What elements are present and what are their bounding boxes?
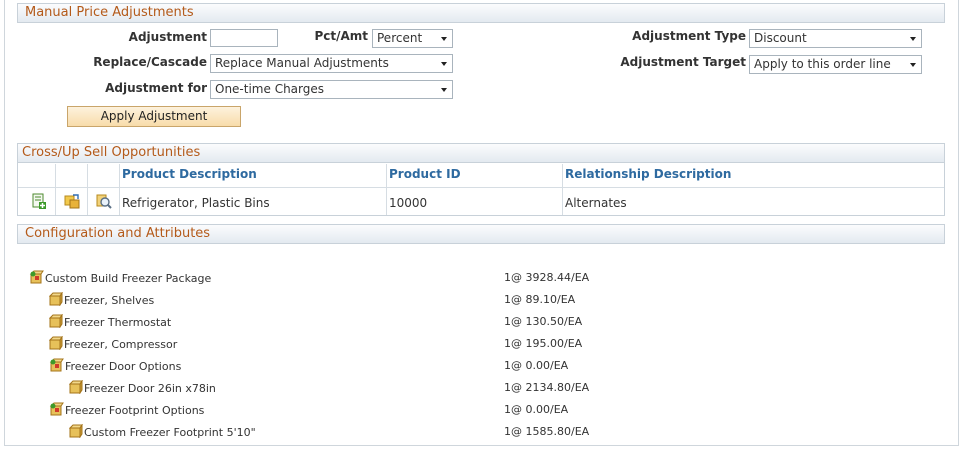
adjustment-type-label: Adjustment Type	[632, 29, 746, 43]
chevron-down-icon	[441, 37, 447, 41]
grid-header-divider	[18, 187, 944, 188]
component-box-icon	[68, 423, 83, 439]
tree-item[interactable]: Freezer, Compressor	[48, 335, 178, 352]
tree-item-qty: 1@ 195.00/EA	[504, 337, 583, 350]
component-box-icon	[48, 313, 63, 329]
configuration-attributes-header: Configuration and Attributes	[17, 224, 945, 244]
tree-item-qty: 1@ 2134.80/EA	[504, 381, 590, 394]
tree-item-label: Freezer Door Options	[65, 360, 182, 373]
chevron-down-icon	[441, 62, 447, 66]
grid-col-divider	[562, 164, 563, 215]
replace-cascade-value: Replace Manual Adjustments	[215, 56, 389, 70]
component-box-icon	[68, 379, 83, 395]
tree-item-label: Freezer, Compressor	[64, 338, 178, 351]
package-group-icon	[49, 358, 64, 372]
tree-item-label: Custom Build Freezer Package	[45, 272, 212, 285]
apply-adjustment-button[interactable]: Apply Adjustment	[67, 106, 241, 127]
grid-col-divider	[55, 164, 56, 215]
pct-amt-label: Pct/Amt	[314, 29, 368, 43]
tree-item-qty: 1@ 89.10/EA	[504, 293, 576, 306]
product-id-cell: 10000	[389, 196, 428, 210]
adjustment-target-value: Apply to this order line	[754, 57, 891, 71]
cross-sell-grid: Cross/Up Sell Opportunities Product Desc…	[17, 143, 945, 216]
tree-item-label: Freezer Thermostat	[64, 316, 172, 329]
tree-item[interactable]: Custom Freezer Footprint 5'10"	[68, 423, 256, 440]
adjustment-for-value: One-time Charges	[215, 82, 325, 96]
pct-amt-select[interactable]: Percent	[372, 29, 453, 48]
adjustment-target-label: Adjustment Target	[620, 55, 746, 69]
adjustment-for-select[interactable]: One-time Charges	[210, 80, 453, 99]
tree-item-qty: 1@ 130.50/EA	[504, 315, 583, 328]
product-description-cell: Refrigerator, Plastic Bins	[122, 196, 270, 210]
component-box-icon	[48, 291, 63, 307]
chevron-down-icon	[910, 37, 916, 41]
tree-item-label: Freezer Footprint Options	[65, 404, 205, 417]
tree-item-qty: 1@ 0.00/EA	[504, 403, 569, 416]
tree-item-label: Custom Freezer Footprint 5'10"	[84, 426, 256, 439]
cross-sell-header: Cross/Up Sell Opportunities	[18, 144, 944, 163]
adjustment-target-select[interactable]: Apply to this order line	[749, 55, 922, 74]
relationship-description-cell: Alternates	[565, 196, 627, 210]
add-line-icon[interactable]	[31, 193, 47, 209]
column-relationship-description[interactable]: Relationship Description	[565, 167, 731, 181]
tree-item-label: Freezer Door 26in x78in	[84, 382, 216, 395]
adjustment-for-label: Adjustment for	[105, 81, 207, 95]
tree-item[interactable]: Freezer Thermostat	[48, 313, 172, 330]
tree-item-qty: 1@ 3928.44/EA	[504, 271, 590, 284]
column-product-description[interactable]: Product Description	[122, 167, 257, 181]
tree-item[interactable]: Freezer Door 26in x78in	[68, 379, 216, 396]
tree-item[interactable]: Freezer Footprint Options	[49, 402, 204, 418]
grid-col-divider	[386, 164, 387, 215]
tree-item[interactable]: Freezer, Shelves	[48, 291, 155, 308]
package-group-icon	[29, 270, 44, 284]
adjustment-type-select[interactable]: Discount	[749, 29, 922, 48]
column-product-id[interactable]: Product ID	[389, 167, 461, 181]
manual-price-adjustments-header: Manual Price Adjustments	[17, 3, 945, 23]
chevron-down-icon	[441, 88, 447, 92]
package-group-icon	[49, 402, 64, 416]
tree-item[interactable]: Custom Build Freezer Package	[29, 270, 211, 286]
component-box-icon	[48, 335, 63, 351]
tree-item[interactable]: Freezer Door Options	[49, 358, 181, 374]
replace-cascade-label: Replace/Cascade	[93, 55, 207, 69]
grid-col-divider	[119, 164, 120, 215]
search-details-icon[interactable]	[96, 193, 112, 209]
swap-product-icon[interactable]	[64, 193, 80, 209]
replace-cascade-select[interactable]: Replace Manual Adjustments	[210, 54, 453, 73]
pct-amt-value: Percent	[377, 31, 423, 45]
adjustment-label: Adjustment	[128, 30, 207, 44]
chevron-down-icon	[910, 63, 916, 67]
tree-item-label: Freezer, Shelves	[64, 294, 155, 307]
adjustment-input[interactable]	[210, 29, 278, 47]
adjustment-type-value: Discount	[754, 31, 807, 45]
tree-item-qty: 1@ 0.00/EA	[504, 359, 569, 372]
grid-col-divider	[87, 164, 88, 215]
tree-item-qty: 1@ 1585.80/EA	[504, 425, 590, 438]
